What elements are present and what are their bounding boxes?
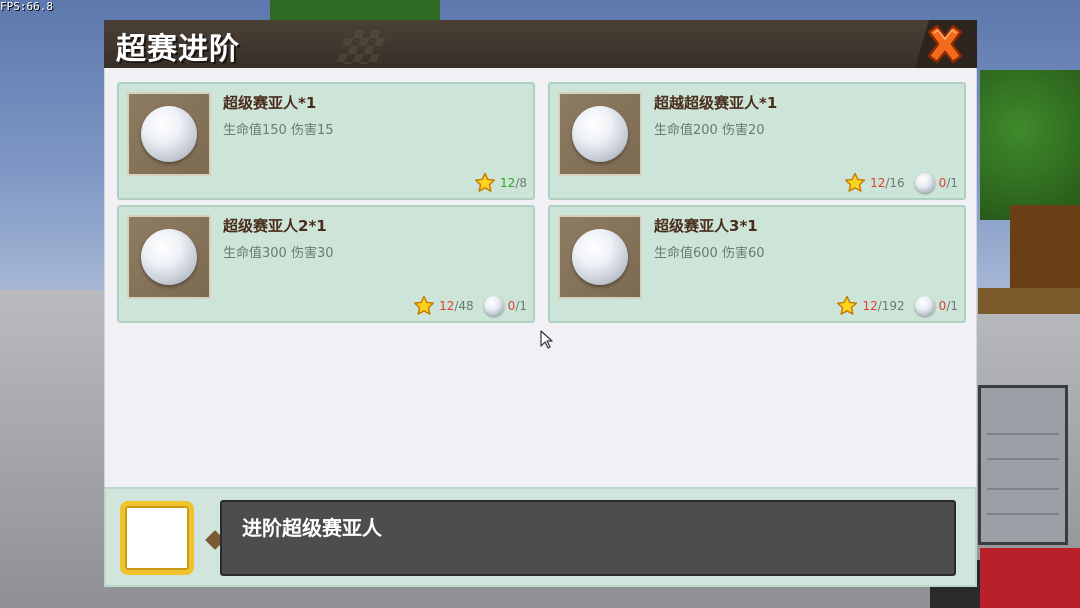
star-icon <box>837 295 858 315</box>
red-block <box>980 548 1080 608</box>
orb-count: 0/1 <box>938 299 958 313</box>
close-button-area <box>915 20 977 68</box>
mouse-cursor-icon <box>540 330 553 349</box>
side-panel <box>978 385 1068 545</box>
description-text: 进阶超级赛亚人 <box>242 516 382 540</box>
requirements: 12/16 0/1 <box>844 171 958 195</box>
spirit-orb-icon <box>141 106 197 162</box>
card-title: 超级赛亚人2*1 <box>223 217 327 235</box>
wooden-ledge <box>978 288 1080 314</box>
card-title: 超级赛亚人*1 <box>223 94 317 112</box>
orb-count: 0/1 <box>507 299 527 313</box>
spirit-orb-icon <box>141 229 197 285</box>
card-thumbnail <box>127 215 211 299</box>
advance-card[interactable]: 超级赛亚人2*1 生命值300 伤害30 12/48 0/1 <box>117 205 535 323</box>
star-count: 12/192 <box>862 299 905 313</box>
checkered-flag-decoration <box>335 30 389 64</box>
card-thumbnail <box>558 92 642 176</box>
tree-canopy-top <box>270 0 440 22</box>
item-slot[interactable] <box>120 501 194 575</box>
tree-canopy-right <box>980 70 1080 220</box>
card-stats: 生命值300 伤害30 <box>223 246 334 261</box>
requirements: 12/192 0/1 <box>836 294 958 318</box>
dialog-titlebar: 超赛进阶 <box>104 20 977 68</box>
advance-card[interactable]: 超级赛亚人*1 生命值150 伤害15 12/8 <box>117 82 535 200</box>
spirit-orb-icon <box>572 229 628 285</box>
orb-icon <box>483 296 504 316</box>
card-stats: 生命值600 伤害60 <box>654 246 765 261</box>
advance-card[interactable]: 超越超级赛亚人*1 生命值200 伤害20 12/16 0/1 <box>548 82 966 200</box>
card-title: 超越超级赛亚人*1 <box>654 94 778 112</box>
card-stats: 生命值200 伤害20 <box>654 123 765 138</box>
card-stats: 生命值150 伤害15 <box>223 123 334 138</box>
star-count: 12/48 <box>439 299 474 313</box>
spirit-orb-icon <box>572 106 628 162</box>
requirements: 12/8 <box>474 171 527 195</box>
card-thumbnail <box>558 215 642 299</box>
orb-count: 0/1 <box>938 176 958 190</box>
star-icon <box>844 172 866 192</box>
card-list: 超级赛亚人*1 生命值150 伤害15 12/8 超越超级赛亚人*1 生命值20… <box>104 68 977 487</box>
card-thumbnail <box>127 92 211 176</box>
advance-card[interactable]: 超级赛亚人3*1 生命值600 伤害60 12/192 0/1 <box>548 205 966 323</box>
dialog-title: 超赛进阶 <box>116 32 240 67</box>
requirements: 12/48 0/1 <box>413 294 527 318</box>
dialog-footer: 进阶超级赛亚人 <box>104 487 977 587</box>
card-title: 超级赛亚人3*1 <box>654 217 758 235</box>
star-icon <box>474 172 496 192</box>
fps-counter: FPS:66.8 <box>0 0 53 13</box>
description-box: 进阶超级赛亚人 <box>220 500 956 576</box>
star-count: 12/8 <box>500 176 527 190</box>
tree-trunk <box>1010 205 1080 295</box>
orb-icon <box>914 173 935 193</box>
star-icon <box>413 295 435 315</box>
advancement-dialog: 超赛进阶 超级赛亚人*1 生命值150 伤害15 12/8 超越超级赛亚人*1 … <box>104 20 977 587</box>
orb-icon <box>914 296 935 316</box>
star-count: 12/16 <box>870 176 905 190</box>
close-x-icon[interactable] <box>923 23 967 65</box>
